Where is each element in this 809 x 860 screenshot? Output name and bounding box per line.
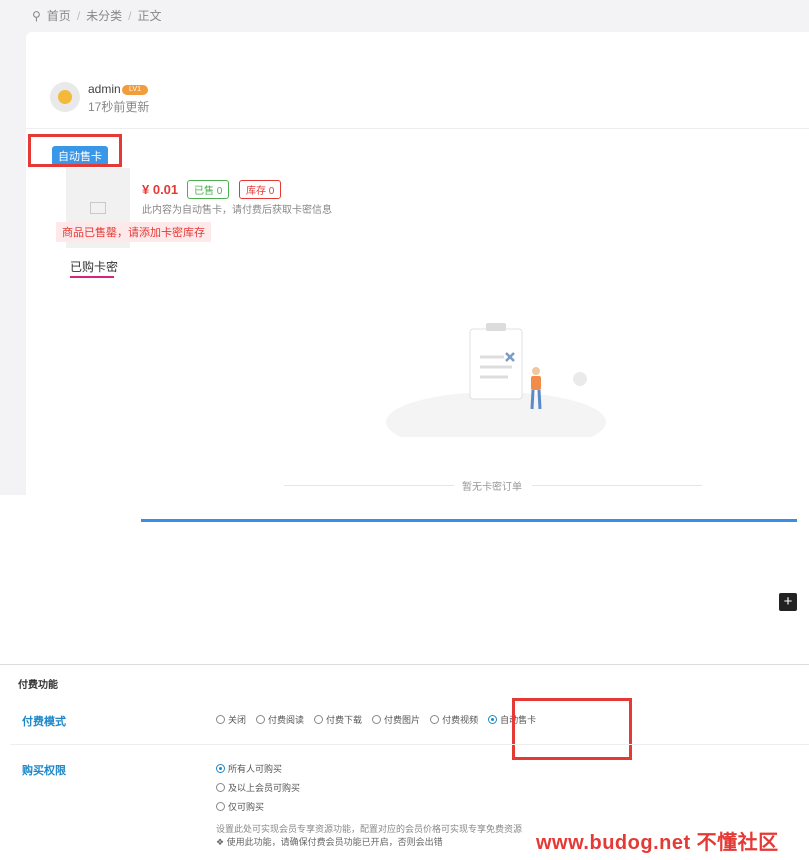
image-placeholder-icon [90,202,106,214]
radio-label: 关闭 [228,715,247,725]
divider [0,664,809,665]
radio-label: 付费下载 [326,715,363,725]
radio-label: 付费视频 [442,715,479,725]
pay-mode-options: 关闭 付费阅读 付费下载 付费图片 付费视频 自动售卡 [216,713,536,726]
post-preview-area: ⚲ 首页 / 未分类 / 正文 admin LV1 17秒前更新 自动售卡 ¥ … [0,0,809,495]
highlight-box [512,698,632,760]
breadcrumb: ⚲ 首页 / 未分类 / 正文 [32,7,162,24]
divider [26,128,809,129]
section-title: 付费功能 [18,680,58,691]
radio-option[interactable]: 付费阅读 [256,713,304,726]
purchase-permission-options: 所有人可购买 及以上会员可购买 仅可购买 [216,762,300,813]
notice-label: 使用此功能，请确保付费会员功能已开启，否则会出错 [226,837,443,847]
product-price: ¥ 0.01 [142,182,179,197]
author-name[interactable]: admin [88,82,121,96]
product-description: 此内容为自动售卡，请付费后获取卡密信息 [142,205,332,216]
empty-divider-right [532,485,702,486]
radio-icon [216,715,225,724]
radio-option[interactable]: 仅可购买 [216,800,300,813]
radio-icon [216,783,225,792]
radio-option[interactable]: 关闭 [216,713,246,726]
stock-count-badge: 库存 0 [239,180,282,199]
radio-label: 仅可购买 [228,802,265,812]
radio-icon [256,715,266,724]
radio-icon [372,715,382,724]
radio-icon [216,802,225,811]
radio-checked-icon [488,715,498,724]
level-badge: LV1 [122,85,148,95]
sold-count-badge: 已售 0 [187,180,230,199]
radio-option[interactable]: 付费下载 [314,713,362,726]
highlight-box [28,134,122,167]
pay-mode-label: 付费模式 [22,716,66,728]
radio-option[interactable]: 及以上会员可购买 [216,781,300,794]
radio-label: 所有人可购买 [228,764,283,774]
notice-text: ❖ 使用此功能，请确保付费会员功能已开启，否则会出错 [216,835,443,848]
help-text: 设置此处可实现会员专享资源功能，配置对应的会员价格可实现专享免费资源 [216,824,523,834]
add-block-button[interactable]: + [779,593,797,611]
radio-icon [430,715,440,724]
purchase-permission-label: 购买权限 [22,765,66,777]
watermark-text: www.budog.net 不懂社区 [536,832,779,854]
radio-label: 付费图片 [384,715,421,725]
active-tab-indicator [70,276,114,278]
soldout-notice: 商品已售罄，请添加卡密库存 [56,222,211,242]
breadcrumb-category[interactable]: 未分类 [86,7,122,24]
breadcrumb-home[interactable]: 首页 [47,7,71,24]
radio-checked-icon [216,764,225,773]
post-card: admin LV1 17秒前更新 自动售卡 ¥ 0.01 已售 0 库存 0 此… [26,32,809,495]
breadcrumb-current: 正文 [137,9,162,23]
update-time: 17秒前更新 [88,100,150,114]
radio-option[interactable]: 付费视频 [430,713,478,726]
info-icon: ❖ [216,837,227,847]
empty-state-illustration-icon [386,323,606,437]
breadcrumb-separator: / [76,8,81,23]
breadcrumb-separator: / [128,8,132,23]
empty-state-text: 暂无卡密订单 [462,482,522,493]
radio-label: 及以上会员可购买 [228,783,301,793]
radio-icon [314,715,324,724]
avatar[interactable] [50,82,80,112]
editor-separator [141,519,797,522]
divider [10,744,809,745]
empty-divider-left [284,485,454,486]
radio-label: 付费阅读 [268,715,305,725]
location-pin-icon: ⚲ [32,8,41,23]
tab-bought-cards[interactable]: 已购卡密 [70,258,118,275]
radio-option[interactable]: 付费图片 [372,713,420,726]
avatar-face-icon [58,90,72,104]
radio-option-selected[interactable]: 所有人可购买 [216,762,300,775]
